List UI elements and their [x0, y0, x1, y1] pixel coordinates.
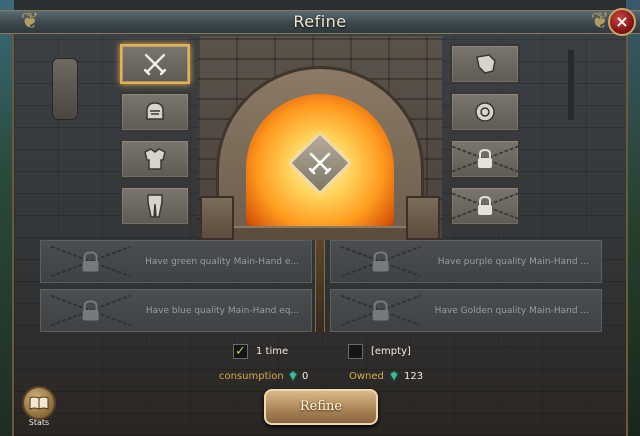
refine-button[interactable]: Refine	[264, 389, 378, 425]
furnace-pillar-left	[200, 196, 234, 240]
attribute-text: Have Golden quality Main-Hand ...	[434, 306, 589, 316]
attribute-text: Have purple quality Main-Hand ...	[437, 257, 589, 267]
attribute-row-2[interactable]: Have purple quality Main-Hand ...	[330, 240, 602, 283]
window-title: Refine	[293, 12, 347, 31]
furnace-hearth	[234, 226, 406, 240]
slot-locked-1[interactable]	[450, 139, 520, 179]
furnace-pillar-right	[406, 196, 440, 240]
attribute-text: Have blue quality Main-Hand eq...	[145, 306, 299, 316]
empty-label: [empty]	[371, 346, 411, 357]
gem-icon	[389, 370, 399, 382]
slot-necklace[interactable]	[450, 92, 520, 132]
armor-icon	[144, 148, 166, 170]
attribute-row-1[interactable]: Have green quality Main-Hand e...	[40, 240, 312, 283]
wall-lantern-icon	[52, 58, 78, 120]
slot-main-hand[interactable]	[120, 44, 190, 84]
slot-locked-2[interactable]	[450, 186, 520, 226]
padlock-icon	[478, 195, 492, 215]
stats-label: Stats	[28, 418, 50, 427]
shield-icon	[475, 102, 495, 122]
gem-icon	[288, 370, 298, 382]
wall-tool-rack-icon	[568, 50, 574, 120]
helmet-icon	[146, 102, 164, 120]
close-button[interactable]: ×	[608, 8, 636, 36]
slot-armor[interactable]	[120, 139, 190, 179]
right-background-strip	[626, 0, 640, 436]
crossed-swords-icon	[298, 141, 342, 185]
book-icon	[29, 396, 49, 410]
attribute-divider	[315, 240, 325, 332]
slot-leg-armor[interactable]	[120, 186, 190, 226]
once-label: 1 time	[256, 346, 289, 357]
slot-helmet[interactable]	[120, 92, 190, 132]
padlock-icon	[478, 148, 492, 168]
stats-button[interactable]	[22, 386, 56, 420]
attribute-text: Have green quality Main-Hand e...	[145, 257, 299, 267]
leg-armor-icon	[147, 194, 163, 218]
empty-checkbox[interactable]	[348, 344, 363, 359]
attribute-row-4[interactable]: Have Golden quality Main-Hand ...	[330, 289, 602, 332]
gauntlet-icon	[476, 54, 496, 74]
once-checkbox[interactable]: ✓	[233, 344, 248, 359]
attribute-row-3[interactable]: Have blue quality Main-Hand eq...	[40, 289, 312, 332]
crossed-swords-icon	[143, 53, 167, 76]
consumption-label: consumption	[219, 371, 284, 382]
owned-label: Owned	[349, 371, 384, 382]
game-scene: ❦ ❦ Refine × Have green quality Main-Han…	[0, 0, 640, 436]
slot-gloves[interactable]	[450, 44, 520, 84]
consumption-value: 0	[302, 371, 309, 382]
owned-value: 123	[404, 371, 424, 382]
